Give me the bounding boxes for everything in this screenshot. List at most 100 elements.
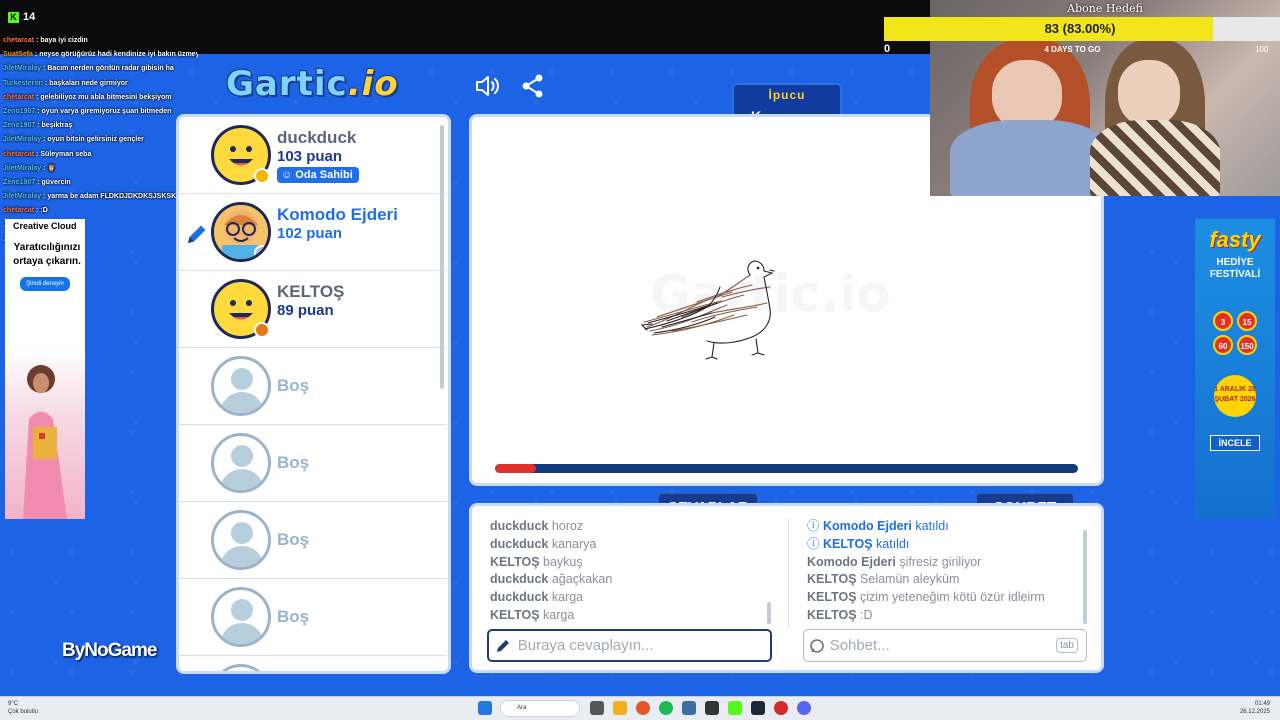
player-avatar [211, 279, 271, 339]
streamer-right-body [1090, 120, 1220, 196]
ad-left-creative-cloud[interactable]: Creative Cloud Yaratıcılığınızı ortaya ç… [5, 219, 85, 519]
sound-icon[interactable] [474, 73, 500, 99]
chat-username: JiletMiralay [3, 65, 42, 73]
file-explorer-icon[interactable] [613, 701, 627, 715]
chat-username: JiletMiralay [3, 193, 42, 201]
system-message: ⓘ KELTOŞ katıldı [807, 536, 1087, 554]
sub-goal-title: Abone Hedefi [1067, 2, 1143, 15]
room-owner-badge: ☺ Oda Sahibi [277, 167, 359, 183]
stream-chat-line: chetarcat : gelebiliyoz mu abla bitmesin… [3, 93, 172, 101]
ad-right-fasty[interactable]: fasty HEDİYE FESTİVALİ 3 15 60 150 1 ARALIK… [1195, 219, 1275, 519]
spotify-icon[interactable] [659, 701, 673, 715]
chat-username: Zeno1907 [3, 122, 36, 130]
chat-entry: KELTOŞ Selamün aleyküm [807, 571, 1087, 589]
discord-icon[interactable] [797, 701, 811, 715]
answer-entry: duckduck karga [490, 589, 770, 607]
streamer-right-face [1118, 60, 1180, 126]
empty-player-slot: Boş [179, 425, 447, 502]
empty-avatar-icon [211, 356, 271, 416]
chat-user: KELTOŞ [807, 607, 857, 622]
player-row[interactable]: Komodo Ejderi 102 puan [179, 194, 447, 271]
answer-text: baykuş [543, 554, 583, 569]
sub-goal-fill-left [884, 17, 930, 41]
empty-player-slot: Boş [179, 502, 447, 579]
task-view-icon[interactable] [590, 701, 604, 715]
chat-user: KELTOŞ [822, 536, 873, 551]
player-points: 89 puan [277, 302, 334, 319]
chat-message: başkaları nede girmiyor [49, 79, 128, 87]
chat-username: chetarcat [3, 37, 35, 44]
chat-message: 🦉 [47, 164, 57, 172]
chat-user: KELTOŞ [807, 572, 857, 587]
player-name: Komodo Ejderi [277, 205, 398, 224]
chat-entry: KELTOŞ :D [807, 607, 1087, 625]
player-name: KELTOŞ [277, 282, 345, 301]
empty-avatar-icon [211, 433, 271, 493]
sub-goal-value: 83 (83.00%) [1044, 21, 1116, 36]
chat-text: :D [860, 607, 873, 622]
taskbar-search[interactable]: Ara [500, 700, 580, 717]
stream-chat-line: JiletMiralay : 🦉 [3, 164, 57, 172]
streamer-left-body [950, 120, 1110, 196]
hint-title: İpucu [768, 88, 806, 102]
browser-icon[interactable] [636, 701, 650, 715]
stream-chat-line: chetarcat : Süleyman seba [3, 150, 92, 158]
stream-chat-line: SuatSefa : neyse görüğürüz hadi kendiniz… [3, 48, 198, 62]
chat-message: Bacım nerden gördün radar gibisin ha [47, 65, 174, 73]
answers-scrollbar[interactable] [767, 602, 771, 624]
answer-user: KELTOŞ [490, 554, 540, 569]
chat-text: katıldı [915, 519, 949, 533]
crown-icon: ☺ [281, 169, 296, 181]
panel-divider [788, 518, 789, 628]
start-icon[interactable] [478, 701, 492, 715]
windows-taskbar: 9°C Çok bulutlu Ara 01:49 26.12.2025 [0, 696, 1280, 720]
answer-text: karga [551, 590, 584, 605]
ad-number-badge: 150 [1237, 335, 1257, 355]
ad-left-image [5, 349, 85, 519]
round-timer-bar [495, 464, 1078, 473]
empty-player-slot: Boş [179, 348, 447, 425]
player-row[interactable]: KELTOŞ 89 puan [179, 271, 447, 348]
chat-user: KELTOŞ [807, 590, 857, 605]
steam-icon[interactable] [751, 701, 765, 715]
share-icon[interactable] [520, 73, 546, 99]
stream-chat-line: Zeno1907 : oyun varya giremiyoruz şuan b… [3, 108, 172, 116]
tab-key-hint: tab [1056, 638, 1078, 653]
empty-avatar-icon [211, 664, 271, 671]
answer-input-box[interactable] [487, 629, 772, 662]
taskbar-clock[interactable]: 01:49 26.12.2025 [1240, 700, 1270, 716]
chat-message: oyun bitsin gelirsiniz gençler [47, 136, 144, 144]
ad-right-cta-button[interactable]: İNCELE [1210, 435, 1260, 451]
gartic-logo[interactable]: Gartic.io [226, 64, 399, 104]
chrome-icon[interactable] [774, 701, 788, 715]
stream-chat-line: JiletMiralay : oyun bitsin gelirsiniz ge… [3, 136, 144, 144]
chat-message: :D [40, 207, 48, 215]
ad-number-badge: 60 [1213, 335, 1233, 355]
chat-input-box[interactable]: tab [803, 629, 1087, 662]
kick-app-icon[interactable] [728, 701, 742, 715]
app-icon[interactable] [682, 701, 696, 715]
chat-text: şifresiz giriliyor [899, 554, 982, 569]
player-row[interactable]: duckduck 103 puan ☺ Oda Sahibi [179, 117, 447, 194]
chat-username: Zeno1907 [3, 179, 36, 187]
weather-widget[interactable]: 9°C Çok bulutlu [8, 700, 38, 716]
empty-slot-label: Boş [277, 530, 310, 549]
sub-goal-max: 100 [1255, 45, 1269, 54]
answer-entry: KELTOŞ karga [490, 607, 770, 625]
chat-scrollbar[interactable] [1083, 530, 1087, 624]
ad-right-headline: HEDİYE FESTİVALİ [1209, 257, 1261, 280]
players-scrollbar[interactable] [440, 125, 444, 389]
stream-chat-overlay: chetarcat : baya iyi cizdin SuatSefa : ne… [3, 34, 198, 247]
chat-input[interactable] [829, 637, 1057, 654]
answer-input[interactable] [517, 637, 770, 654]
chat-message: Süleyman seba [40, 150, 92, 158]
kick-icon: K [8, 11, 19, 23]
chat-username: SuatSefa [3, 51, 33, 59]
chat-text: çizim yeteneğim kötü özür idleirm [860, 590, 1045, 605]
answers-chat-panel: duckduck horoz duckduck kanarya KELTOŞ bay… [469, 503, 1104, 673]
chat-user: Komodo Ejderi [807, 554, 896, 569]
ad-left-cta-button[interactable]: Şimdi deneyin [20, 277, 70, 291]
stream-chat-line: Turkesteron : başkaları nede girmiyor [3, 79, 128, 87]
obs-icon[interactable] [705, 701, 719, 715]
chat-username: JiletMiralay [3, 164, 42, 172]
